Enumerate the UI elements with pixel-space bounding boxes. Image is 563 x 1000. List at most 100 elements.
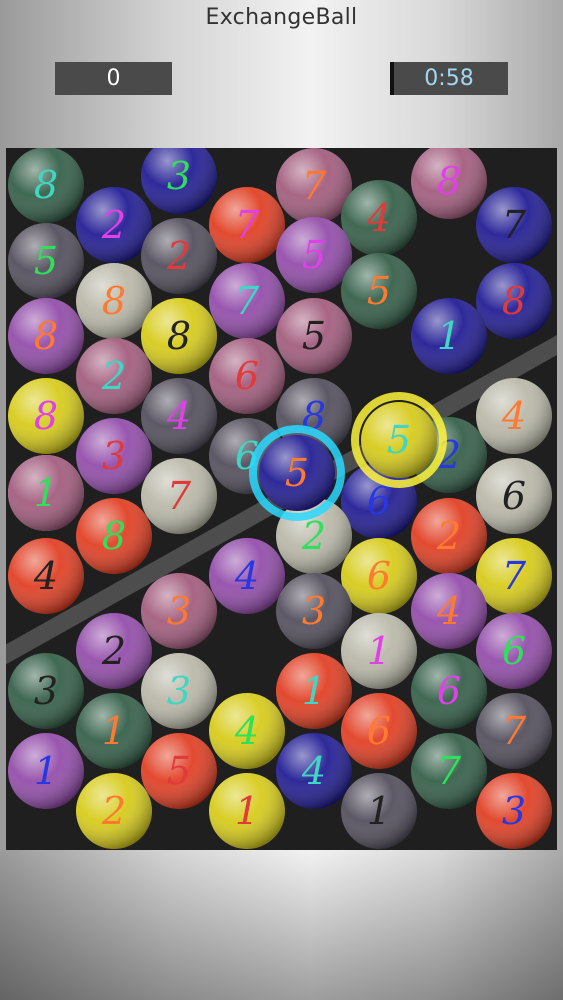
ball-number: 7 [502,554,527,598]
ball[interactable]: 7 [209,263,285,339]
game-board[interactable]: 8378274752587588851268484365217668224467… [6,148,557,850]
ball[interactable]: 6 [476,613,552,689]
ball-number: 6 [502,629,526,673]
ball[interactable]: 1 [341,773,417,849]
ball-number: 2 [301,514,326,558]
ball[interactable]: 4 [476,378,552,454]
ball[interactable]: 8 [76,263,152,339]
ball-number: 5 [367,269,391,313]
ball[interactable]: 4 [209,693,285,769]
ball[interactable]: 1 [411,298,487,374]
ball[interactable]: 2 [411,498,487,574]
ball-number: 5 [302,314,326,358]
ball[interactable]: 5 [8,223,84,299]
ball-number: 1 [367,629,391,673]
ball[interactable]: 7 [476,693,552,769]
ball[interactable]: 8 [8,378,84,454]
ball-number: 2 [166,234,191,278]
ball[interactable]: 3 [141,653,217,729]
ball-number: 7 [502,203,527,247]
ball[interactable]: 8 [141,298,217,374]
ball[interactable]: 3 [476,773,552,849]
ball[interactable]: 2 [141,218,217,294]
ball-number: 6 [502,474,526,518]
ball[interactable]: 8 [8,148,84,223]
ball[interactable]: 3 [141,148,217,214]
ball-number: 8 [502,279,526,323]
ball[interactable]: 4 [276,733,352,809]
ball[interactable]: 8 [476,263,552,339]
ball-number: 4 [234,554,259,598]
ball-number: 2 [101,789,126,833]
ball[interactable]: 2 [76,773,152,849]
ball-number: 3 [102,434,126,478]
ball-number: 3 [167,154,191,198]
ball[interactable]: 7 [276,148,352,224]
ball[interactable]: 6 [411,653,487,729]
ball-number: 7 [235,203,260,247]
ball[interactable]: 3 [141,573,217,649]
ball[interactable]: 2 [76,187,152,263]
ball-number: 4 [234,709,259,753]
ball[interactable]: 3 [276,573,352,649]
timer-text: 0:58 [424,66,474,91]
ball-number: 1 [102,709,126,753]
ball[interactable]: 1 [276,653,352,729]
ball-number: 4 [301,749,326,793]
ball-number: 3 [502,789,526,833]
selected-ball[interactable]: 5 [249,425,345,521]
selected-ball[interactable]: 5 [351,392,447,488]
ball[interactable]: 6 [476,458,552,534]
ball[interactable]: 7 [141,458,217,534]
ball[interactable]: 8 [76,498,152,574]
ball[interactable]: 1 [8,455,84,531]
ball-number: 1 [34,471,58,515]
ball-number: 5 [285,451,309,495]
ball[interactable]: 3 [8,653,84,729]
ball[interactable]: 4 [8,538,84,614]
ball[interactable]: 7 [209,187,285,263]
ball-number: 2 [101,354,126,398]
app-title: ExchangeBall [205,5,358,30]
ball-number: 6 [367,709,391,753]
ball[interactable]: 5 [276,217,352,293]
ball[interactable]: 7 [476,187,552,263]
ball-number: 4 [33,554,58,598]
timer-progress-bar [390,62,394,95]
ball[interactable]: 1 [8,733,84,809]
ball-number: 2 [436,514,461,558]
ball-number: 5 [34,239,58,283]
ball-number: 4 [436,589,461,633]
ball[interactable]: 4 [209,538,285,614]
ball-number: 8 [167,314,191,358]
ball-number: 1 [437,314,461,358]
ball-number: 7 [235,279,260,323]
ball[interactable]: 5 [276,298,352,374]
ball[interactable]: 1 [341,613,417,689]
ball-number: 3 [34,669,58,713]
ball[interactable]: 4 [411,573,487,649]
ball[interactable]: 5 [341,253,417,329]
ball-number: 6 [437,669,461,713]
ball[interactable]: 7 [411,733,487,809]
ball[interactable]: 8 [411,148,487,219]
ball-number: 1 [367,789,391,833]
ball-number: 8 [34,394,58,438]
score-display: 0 [55,62,172,95]
ball[interactable]: 4 [341,180,417,256]
ball[interactable]: 1 [76,693,152,769]
ball[interactable]: 6 [209,338,285,414]
ball[interactable]: 6 [341,538,417,614]
ball[interactable]: 8 [8,298,84,374]
ball-number: 2 [101,203,126,247]
ball[interactable]: 7 [476,538,552,614]
ball-field[interactable]: 8378274752587588851268484365217668224467… [6,148,557,850]
ball[interactable]: 2 [76,613,152,689]
ball[interactable]: 5 [141,733,217,809]
ball[interactable]: 1 [209,773,285,849]
ball[interactable]: 3 [76,418,152,494]
ball-number: 4 [166,394,191,438]
ball[interactable]: 2 [76,338,152,414]
ball[interactable]: 4 [141,378,217,454]
ball[interactable]: 6 [341,693,417,769]
